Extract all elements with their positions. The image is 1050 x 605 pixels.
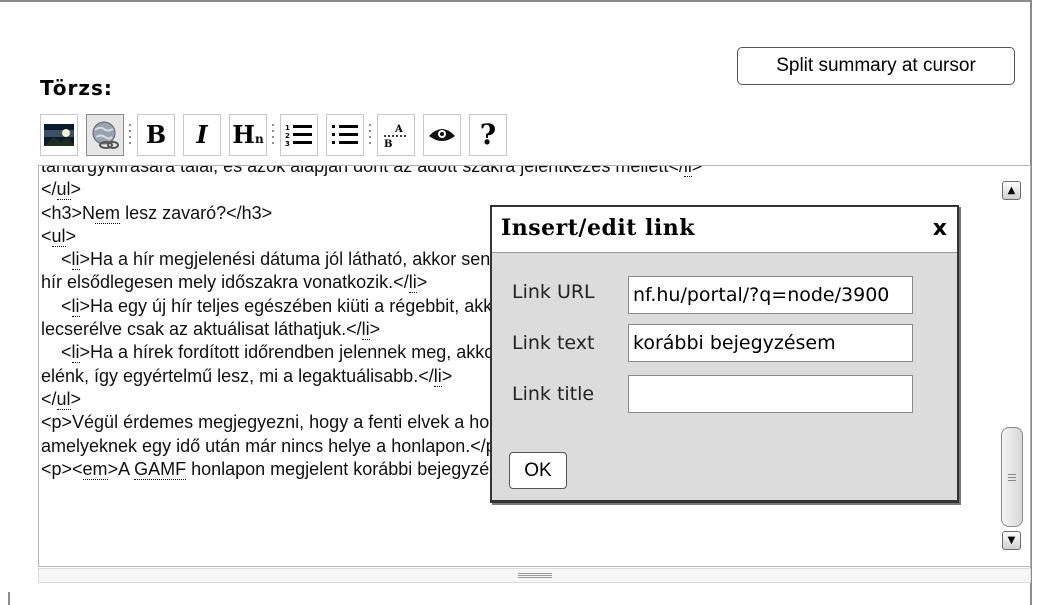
scrollbar-thumb[interactable] [1001, 427, 1023, 527]
help-button[interactable]: ? [469, 114, 507, 156]
italic-button[interactable]: I [183, 114, 221, 156]
bold-button[interactable]: B [137, 114, 175, 156]
page-frame-top [0, 0, 1032, 2]
grip-icon [1008, 473, 1016, 481]
link-text-input[interactable] [628, 324, 913, 362]
unordered-list-icon [332, 125, 358, 144]
resize-grip-icon [517, 573, 552, 578]
insert-image-button[interactable] [40, 114, 78, 156]
ordered-list-icon: 1 2 3 [285, 124, 312, 147]
heading-button[interactable]: Hn [229, 114, 267, 156]
break-icon: A B [384, 124, 408, 148]
editor-scrollbar[interactable]: ▲ ▼ [995, 165, 1031, 567]
toolbar-separator [368, 122, 372, 148]
svg-text:2: 2 [285, 132, 290, 140]
arrow-down-icon: ▼ [1007, 535, 1016, 546]
break-button[interactable]: A B [377, 114, 415, 156]
editor-line: tantárgykiírására talál, és azok alapján… [41, 166, 991, 178]
scroll-up-button[interactable]: ▲ [1002, 181, 1021, 200]
unordered-list-button[interactable] [326, 114, 364, 156]
preview-button[interactable] [423, 114, 461, 156]
dialog-title: Insert/edit link [501, 215, 695, 241]
scroll-down-button[interactable]: ▼ [1002, 531, 1021, 550]
arrow-up-icon: ▲ [1007, 185, 1016, 196]
svg-text:A: A [394, 124, 403, 135]
textarea-resize-handle[interactable] [38, 568, 1031, 583]
toolbar-separator [271, 122, 275, 148]
insert-link-button[interactable] [86, 114, 124, 156]
link-url-label: Link URL [512, 281, 595, 303]
close-icon[interactable]: x [933, 216, 947, 241]
link-title-label: Link title [512, 383, 595, 405]
eye-icon [429, 129, 455, 141]
split-summary-button[interactable]: Split summary at cursor [737, 47, 1015, 85]
link-text-label: Link text [512, 332, 595, 354]
body-field-label: Törzs: [40, 76, 113, 100]
page-frame-left [8, 592, 10, 605]
italic-icon: I [196, 120, 208, 149]
globe-link-icon [92, 121, 119, 149]
ok-button[interactable]: OK [509, 452, 567, 489]
dialog-header: Insert/edit link x [492, 207, 957, 253]
svg-text:1: 1 [285, 124, 290, 132]
help-icon: ? [479, 118, 497, 151]
bold-icon: B [145, 120, 167, 149]
svg-text:3: 3 [285, 140, 290, 147]
toolbar-separator [128, 122, 132, 148]
ordered-list-button[interactable]: 1 2 3 [280, 114, 318, 156]
image-icon [44, 124, 74, 146]
insert-link-dialog: Insert/edit link x Link URL Link text Li… [490, 205, 959, 503]
svg-text:B: B [384, 139, 392, 148]
heading-icon: Hn [232, 120, 264, 149]
link-url-input[interactable] [628, 276, 913, 314]
editor-line: </ul> [41, 179, 82, 201]
link-title-input[interactable] [628, 375, 913, 413]
